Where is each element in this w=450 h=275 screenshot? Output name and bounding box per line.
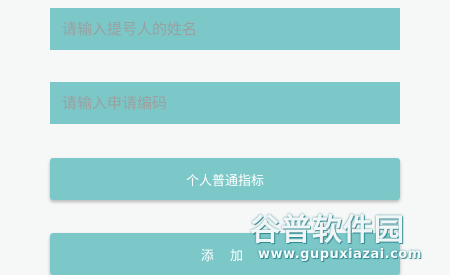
add-button-label: 添 加 <box>200 248 250 264</box>
add-button[interactable]: 添 加 <box>50 233 400 275</box>
personal-indicator-button-label: 个人普通指标 <box>185 173 264 189</box>
name-input[interactable] <box>50 8 400 50</box>
personal-indicator-button[interactable]: 个人普通指标 <box>50 158 400 200</box>
application-code-input[interactable] <box>50 82 400 124</box>
